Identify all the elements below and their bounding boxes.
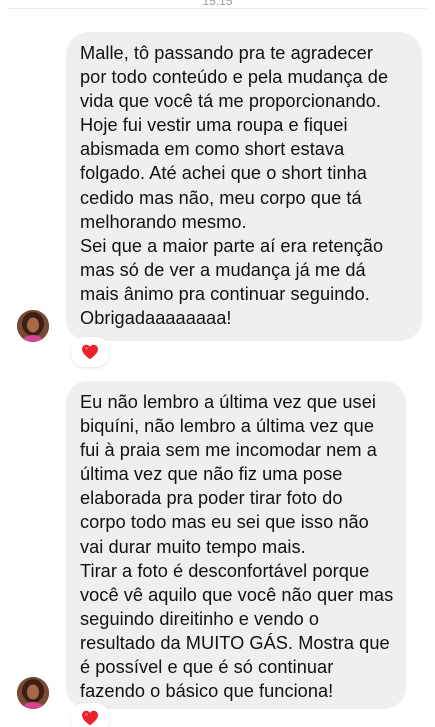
message-line: Eu não lembro a última vez que usei bbox=[80, 392, 376, 412]
avatar[interactable] bbox=[17, 677, 49, 709]
message-line: fui à praia sem me incomodar nem a bbox=[80, 440, 377, 461]
message-bubble[interactable]: Malle, tô passando pra te agradecer por … bbox=[66, 32, 422, 341]
message-bubble[interactable]: Eu não lembro a última vez que usei biqu… bbox=[66, 381, 406, 709]
heart-reaction[interactable] bbox=[71, 703, 109, 727]
message-line: por todo conteúdo e pela mudança de bbox=[80, 67, 389, 88]
timestamp: 15:15 bbox=[202, 0, 233, 8]
message-line: última vez que não fiz uma pose bbox=[80, 464, 343, 485]
message-line: cedido mas não, meu corpo que tá bbox=[80, 187, 362, 208]
avatar[interactable] bbox=[17, 310, 49, 342]
message-line: melhorando mesmo. bbox=[80, 211, 247, 232]
message-line: Hoje fui vestir uma roupa e fiquei bbox=[80, 115, 348, 136]
message-line: mas só de ver a mudança já me dá bbox=[80, 259, 366, 280]
heart-reaction[interactable] bbox=[71, 337, 109, 367]
message-line: você vê aquilo que você não quer mas bbox=[80, 584, 394, 605]
message-line: mais ânimo pra continuar seguindo. bbox=[80, 283, 370, 304]
divider bbox=[8, 8, 427, 9]
message-line: folgado. Até achei que o short tinha bbox=[80, 163, 367, 184]
message-line: elaborada pra poder tirar foto do bbox=[80, 488, 343, 509]
red-heart-icon bbox=[82, 710, 98, 726]
message-line: fazendo o básico que funciona! bbox=[80, 681, 334, 702]
message-line: corpo todo mas eu sei que isso não bbox=[80, 512, 369, 533]
message-line: vai durar muito tempo mais. bbox=[80, 536, 306, 557]
message-line: biquíni, não lembro a última vez que bbox=[80, 416, 374, 437]
message-line: Sei que a maior parte aí era retenção bbox=[80, 235, 384, 256]
message-line: Malle, tô passando pra te agradecer bbox=[80, 43, 373, 63]
message-line: vida que você tá me proporcionando. bbox=[80, 91, 382, 112]
message-line: abismada em como short estava bbox=[80, 139, 345, 160]
message-line: Tirar a foto é desconfortável porque bbox=[80, 560, 370, 581]
message-line: resultado da MUITO GÁS. Mostra que bbox=[80, 632, 390, 653]
red-heart-icon bbox=[82, 344, 98, 360]
message-line: é possível e que é só continuar bbox=[80, 657, 334, 678]
message-line: Obrigadaaaaaaaa! bbox=[80, 308, 232, 329]
message-line: seguindo direitinho e vendo o bbox=[80, 608, 320, 629]
avatar-image bbox=[17, 677, 49, 709]
avatar-image bbox=[17, 310, 49, 342]
